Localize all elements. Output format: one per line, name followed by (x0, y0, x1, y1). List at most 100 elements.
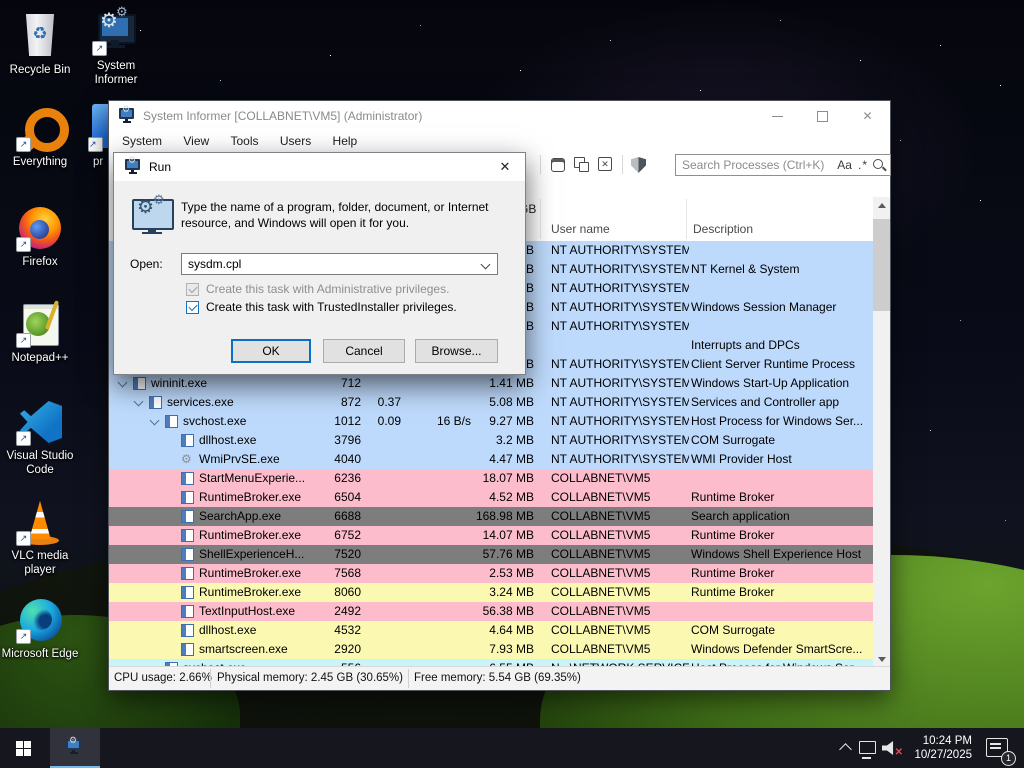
column-header-description[interactable]: Description (693, 222, 753, 236)
process-icon (181, 605, 194, 618)
process-row[interactable]: svchost.exe 1012 0.09 16 B/s 9.27 MB NT AUTHO… (109, 412, 875, 431)
process-row[interactable]: ShellExperienceH... 7520 57.76 MB COLLABNET… (109, 545, 875, 564)
kill-window-button[interactable]: ✕ (595, 155, 617, 175)
process-row[interactable]: RuntimeBroker.exe 7568 2.53 MB COLLABNET\VM… (109, 564, 875, 583)
expand-chevron-icon[interactable] (149, 415, 160, 426)
process-row[interactable]: dllhost.exe 3796 3.2 MB NT AUTHORITY\SYSTEM… (109, 431, 875, 450)
close-icon[interactable]: ✕ (485, 153, 525, 181)
process-row[interactable]: StartMenuExperie... 6236 18.07 MB COLLABNET… (109, 469, 875, 488)
desktop-icon-everything[interactable]: ↗ Everything (0, 104, 80, 169)
desktop-icon-vscode[interactable]: ↗ Visual Studio Code (0, 398, 80, 477)
ok-button[interactable]: OK (231, 339, 311, 363)
scroll-up-button[interactable] (873, 197, 890, 214)
vertical-scrollbar[interactable] (873, 197, 890, 668)
menu-help[interactable]: Help (324, 131, 367, 151)
search-input[interactable] (676, 158, 835, 172)
status-divider (210, 669, 211, 688)
menu-users[interactable]: Users (271, 131, 320, 151)
minimize-button[interactable] (755, 101, 800, 131)
process-user-name: NT AUTHORITY\SYSTEM (551, 281, 689, 295)
process-icon (181, 548, 194, 561)
match-case-toggle[interactable]: Aa (834, 158, 855, 172)
triangle-up-icon (877, 203, 886, 208)
start-button[interactable] (0, 728, 48, 768)
triangle-down-icon (877, 657, 886, 662)
process-row[interactable]: dllhost.exe 4532 4.64 MB COLLABNET\VM5 COM S… (109, 621, 875, 640)
process-row[interactable]: services.exe 872 0.37 5.08 MB NT AUTHORITY\S… (109, 393, 875, 412)
menu-system[interactable]: System (113, 131, 171, 151)
shortcut-arrow-icon: ↗ (16, 237, 31, 252)
browse-button[interactable]: Browse... (415, 339, 498, 363)
trustedinstaller-privileges-checkbox[interactable] (186, 301, 199, 314)
process-row[interactable]: ⚙ WmiPrvSE.exe 4040 4.47 MB NT AUTHORITY\SYS… (109, 450, 875, 469)
scrollbar-thumb[interactable] (873, 219, 890, 311)
desktop-icon-recycle-bin[interactable]: ♻ Recycle Bin (0, 12, 80, 77)
run-dialog-title: Run (149, 160, 172, 174)
regex-toggle[interactable]: .* (855, 158, 871, 172)
chevron-down-icon[interactable] (480, 259, 491, 270)
process-pid: 1012 (334, 414, 361, 428)
process-row[interactable]: RuntimeBroker.exe 6504 4.52 MB COLLABNET\VM… (109, 488, 875, 507)
desktop-icon-label: Recycle Bin (9, 64, 71, 76)
expand-chevron-icon[interactable] (133, 396, 144, 407)
windows-stack-icon (579, 162, 589, 172)
desktop-icon-edge[interactable]: ↗ Microsoft Edge (0, 596, 80, 661)
process-description: Services and Controller app (691, 395, 840, 409)
shortcut-arrow-icon: ↗ (88, 137, 103, 152)
expand-chevron-icon[interactable] (117, 377, 128, 388)
run-dialog-titlebar[interactable]: ⚙ Run ✕ (114, 153, 525, 181)
process-row[interactable]: TextInputHost.exe 2492 56.38 MB COLLABNET\V… (109, 602, 875, 621)
shortcut-arrow-icon: ↗ (16, 137, 31, 152)
menu-tools[interactable]: Tools (222, 131, 268, 151)
desktop-icon-vlc[interactable]: ↗ VLC media player (0, 498, 80, 577)
desktop-icon-notepadpp[interactable]: ↗ Notepad++ (0, 300, 80, 365)
close-icon: ✕ (862, 109, 873, 123)
desktop-icon-firefox[interactable]: ↗ Firefox (0, 204, 80, 269)
close-button[interactable]: ✕ (845, 101, 890, 131)
search-icon[interactable] (871, 157, 887, 173)
status-physical-memory: Physical memory: 2.45 GB (30.65%) (217, 672, 403, 684)
elevation-shield-button[interactable] (628, 155, 650, 175)
desktop-icon-label: Firefox (22, 256, 58, 268)
process-pid: 6236 (334, 471, 361, 485)
process-user-name: COLLABNET\VM5 (551, 604, 651, 618)
windows-logo-icon (16, 741, 23, 748)
process-user-name: COLLABNET\VM5 (551, 471, 651, 485)
process-row[interactable]: wininit.exe 712 1.41 MB NT AUTHORITY\SYSTEM… (109, 374, 875, 393)
process-row[interactable]: RuntimeBroker.exe 8060 3.24 MB COLLABNET\VM… (109, 583, 875, 602)
desktop-icon-label: Microsoft Edge (1, 648, 79, 660)
shortcut-arrow-icon: ↗ (16, 431, 31, 446)
process-user-name: COLLABNET\VM5 (551, 509, 651, 523)
process-user-name: NT AUTHORITY\SYSTEM (551, 243, 689, 257)
process-private-bytes: 9.27 MB (489, 414, 534, 428)
column-divider[interactable] (686, 199, 687, 239)
network-icon[interactable] (859, 741, 876, 759)
status-bar: CPU usage: 2.66% Physical memory: 2.45 G… (109, 666, 890, 690)
process-row[interactable]: RuntimeBroker.exe 6752 14.07 MB COLLABNET\V… (109, 526, 875, 545)
process-row[interactable]: smartscreen.exe 2920 7.93 MB COLLABNET\VM5 W… (109, 640, 875, 659)
process-icon (181, 643, 194, 656)
process-icon (181, 510, 194, 523)
process-pid: 2492 (334, 604, 361, 618)
desktop-icon-system-informer[interactable]: ⚙ ⚙ ↗ System Informer (78, 4, 154, 87)
taskbar-clock[interactable]: 10:24 PM 10/27/2025 (902, 734, 972, 762)
taskbar-app-system-informer[interactable]: ⚙ (50, 728, 100, 768)
find-window-button[interactable] (547, 155, 569, 175)
window-titlebar[interactable]: ⚙ System Informer [COLLABNET\VM5] (Admin… (109, 101, 890, 131)
menu-view[interactable]: View (174, 131, 218, 151)
maximize-button[interactable] (800, 101, 845, 131)
find-window-thread-button[interactable] (571, 155, 593, 175)
column-header-user-name[interactable]: User name (551, 222, 610, 236)
cancel-button[interactable]: Cancel (323, 339, 405, 363)
process-private-bytes: 57.76 MB (482, 547, 534, 561)
process-row[interactable]: SearchApp.exe 6688 168.98 MB COLLABNET\VM5 S… (109, 507, 875, 526)
tray-chevron-up-icon[interactable] (839, 743, 852, 756)
volume-muted-icon[interactable]: ✕ (882, 741, 903, 758)
open-combobox[interactable]: sysdm.cpl (181, 253, 498, 275)
process-pid: 872 (340, 395, 361, 409)
open-value: sysdm.cpl (188, 257, 242, 271)
status-free-memory: Free memory: 5.54 GB (69.35%) (414, 672, 581, 684)
stars (0, 0, 1, 1)
trustedinstaller-privileges-label[interactable]: Create this task with TrustedInstaller p… (206, 300, 457, 314)
column-divider[interactable] (540, 199, 541, 239)
